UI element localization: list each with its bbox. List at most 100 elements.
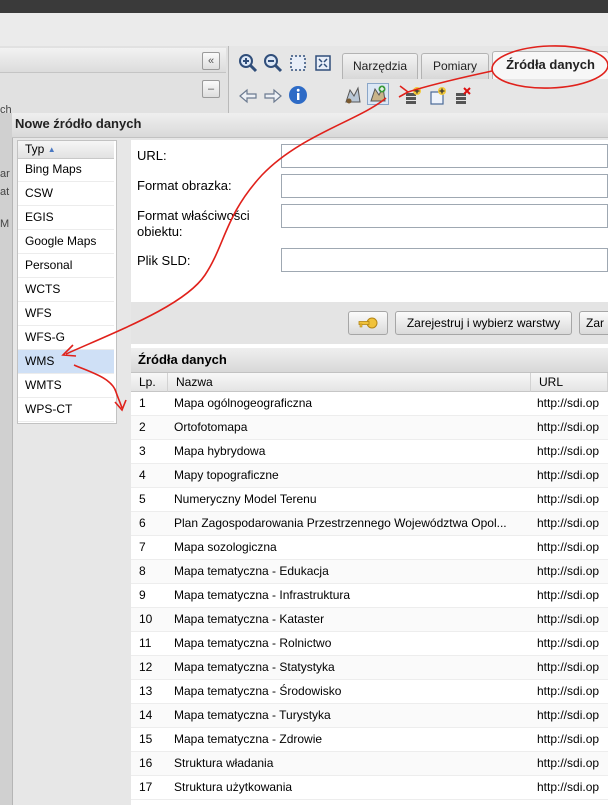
type-header-label: Typ	[25, 142, 45, 156]
cell-name: Mapa tematyczna - Środowisko	[174, 684, 342, 698]
image-format-label: Format obrazka:	[137, 178, 232, 193]
cell-name: Mapa tematyczna - Turystyka	[174, 708, 331, 722]
cell-lp: 1	[139, 396, 146, 410]
type-item-google-maps[interactable]: Google Maps	[18, 230, 114, 254]
cell-name: Mapy topograficzne	[174, 468, 279, 482]
cell-lp: 8	[139, 564, 146, 578]
left-panel-header	[0, 48, 226, 73]
feature-format-input[interactable]	[281, 204, 608, 228]
table-row[interactable]: 17 Struktura użytkowania http://sdi.op	[131, 776, 608, 800]
edge-text: ar	[0, 168, 10, 180]
type-item-wfs-g[interactable]: WFS-G	[18, 326, 114, 350]
remove-layer-icon[interactable]	[453, 86, 473, 106]
edge-text: ch	[0, 104, 12, 116]
info-icon[interactable]	[288, 85, 308, 105]
cell-url: http://sdi.op	[537, 684, 600, 698]
add-data-source-icon[interactable]	[368, 84, 388, 104]
add-layer-group-icon[interactable]	[428, 86, 448, 106]
zoom-extent-icon[interactable]	[313, 53, 333, 73]
type-item-bing-maps[interactable]: Bing Maps	[18, 158, 114, 182]
back-arrow-icon[interactable]	[238, 86, 258, 106]
cell-lp: 10	[139, 612, 153, 626]
cell-lp: 9	[139, 588, 146, 602]
type-item-wps-ct[interactable]: WPS-CT	[18, 398, 114, 422]
cell-url: http://sdi.op	[537, 396, 600, 410]
cell-lp: 3	[139, 444, 146, 458]
image-format-input[interactable]	[281, 174, 608, 198]
table-row[interactable]: 2 Ortofotomapa http://sdi.op	[131, 416, 608, 440]
zoom-in-icon[interactable]	[238, 53, 258, 73]
table-row[interactable]: 5 Numeryczny Model Terenu http://sdi.op	[131, 488, 608, 512]
cell-lp: 13	[139, 684, 153, 698]
forward-arrow-icon[interactable]	[263, 86, 283, 106]
edge-text: M	[0, 218, 10, 230]
table-row[interactable]: 1 Mapa ogólnogeograficzna http://sdi.op	[131, 392, 608, 416]
tab-zrodla-danych[interactable]: Źródła danych	[492, 51, 608, 79]
cell-name: Struktura władania	[174, 756, 274, 770]
table-row[interactable]: 6 Plan Zagospodarowania Przestrzennego Wo…	[131, 512, 608, 536]
cell-url: http://sdi.op	[537, 780, 600, 794]
tab-pomiary[interactable]: Pomiary	[421, 53, 489, 79]
type-item-wmts[interactable]: WMTS	[18, 374, 114, 398]
register-button-cut[interactable]: Zar	[579, 311, 608, 335]
cell-url: http://sdi.op	[537, 732, 600, 746]
cell-url: http://sdi.op	[537, 588, 600, 602]
column-header-url[interactable]: URL	[531, 373, 608, 392]
zoom-out-icon[interactable]	[263, 53, 283, 73]
cell-lp: 15	[139, 732, 153, 746]
register-and-select-layers-button[interactable]: Zarejestruj i wybierz warstwy	[395, 311, 572, 335]
table-row[interactable]: 14 Mapa tematyczna - Turystyka http://sdi.…	[131, 704, 608, 728]
window-top-bar	[0, 0, 608, 13]
table-row[interactable]: 4 Mapy topograficzne http://sdi.op	[131, 464, 608, 488]
edge-text: at	[0, 186, 10, 198]
cell-url: http://sdi.op	[537, 540, 600, 554]
table-row[interactable]: 9 Mapa tematyczna - Infrastruktura http://…	[131, 584, 608, 608]
cell-url: http://sdi.op	[537, 756, 600, 770]
column-header-lp[interactable]: Lp.	[131, 373, 168, 392]
cell-lp: 2	[139, 420, 146, 434]
authenticate-button[interactable]	[348, 311, 388, 335]
cell-name: Mapa hybrydowa	[174, 444, 266, 458]
cell-name: Mapa tematyczna - Statystyka	[174, 660, 335, 674]
type-item-wfs[interactable]: WFS	[18, 302, 114, 326]
cell-lp: 5	[139, 492, 146, 506]
feature-format-label: Format właściwości	[137, 208, 250, 223]
table-row[interactable]: 11 Mapa tematyczna - Rolnictwo http://sdi.…	[131, 632, 608, 656]
sld-file-input[interactable]	[281, 248, 608, 272]
cell-url: http://sdi.op	[537, 708, 600, 722]
table-row[interactable]: 10 Mapa tematyczna - Kataster http://sdi.o…	[131, 608, 608, 632]
type-column-header[interactable]: Typ ▲	[18, 141, 114, 159]
cell-url: http://sdi.op	[537, 660, 600, 674]
zoom-box-icon[interactable]	[288, 53, 308, 73]
minimize-panel-button[interactable]: –	[202, 80, 220, 98]
table-row[interactable]: 8 Mapa tematyczna - Edukacja http://sdi.op	[131, 560, 608, 584]
type-item-wcts[interactable]: WCTS	[18, 278, 114, 302]
table-row[interactable]: 12 Mapa tematyczna - Statystyka http://sdi…	[131, 656, 608, 680]
cell-lp: 14	[139, 708, 153, 722]
type-item-csw[interactable]: CSW	[18, 182, 114, 206]
table-row[interactable]: 15 Mapa tematyczna - Zdrowie http://sdi.op	[131, 728, 608, 752]
cell-lp: 6	[139, 516, 146, 530]
type-item-egis[interactable]: EGIS	[18, 206, 114, 230]
tab-narzedzia[interactable]: Narzędzia	[342, 53, 418, 79]
table-row[interactable]: 3 Mapa hybrydowa http://sdi.op	[131, 440, 608, 464]
collapse-panel-button[interactable]: «	[202, 52, 220, 70]
cell-name: Ortofotomapa	[174, 420, 248, 434]
column-header-name[interactable]: Nazwa	[168, 373, 531, 392]
table-row[interactable]: 7 Mapa sozologiczna http://sdi.op	[131, 536, 608, 560]
type-item-personal[interactable]: Personal	[18, 254, 114, 278]
type-item-wms[interactable]: WMS	[18, 350, 114, 374]
cell-name: Numeryczny Model Terenu	[174, 492, 317, 506]
table-row[interactable]: 13 Mapa tematyczna - Środowisko http://sdi…	[131, 680, 608, 704]
table-row[interactable]: 16 Struktura władania http://sdi.op	[131, 752, 608, 776]
cell-url: http://sdi.op	[537, 468, 600, 482]
data-source-icon[interactable]	[343, 85, 363, 105]
cell-name: Mapa tematyczna - Infrastruktura	[174, 588, 351, 602]
cell-name: Mapa tematyczna - Edukacja	[174, 564, 329, 578]
cell-name: Mapa tematyczna - Rolnictwo	[174, 636, 332, 650]
sort-ascending-icon: ▲	[47, 145, 56, 154]
cell-lp: 17	[139, 780, 153, 794]
cell-name: Mapa ogólnogeograficzna	[174, 396, 313, 410]
url-input[interactable]	[281, 144, 608, 168]
add-layer-icon[interactable]	[403, 86, 423, 106]
